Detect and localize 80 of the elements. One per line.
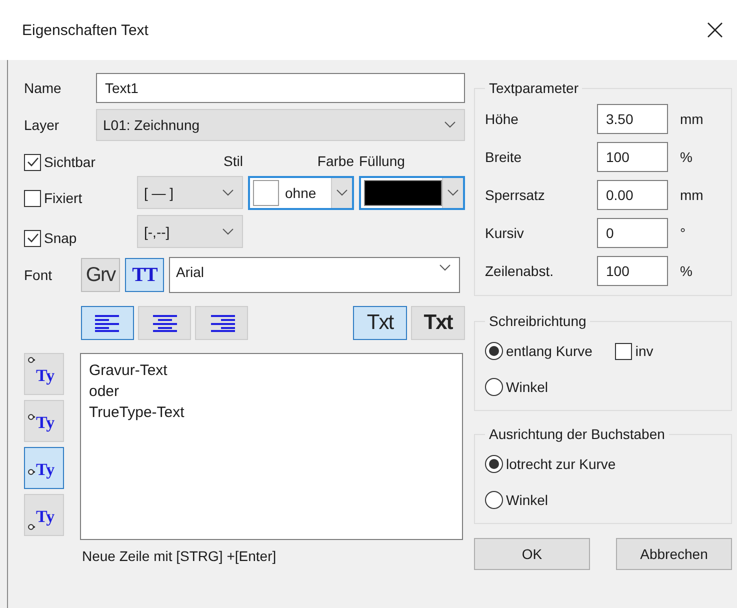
radio-button[interactable]: [485, 455, 503, 473]
chevron-down-icon: [439, 264, 451, 272]
radio-label: lotrecht zur Kurve: [506, 456, 616, 472]
anchor-pin-icon: [28, 469, 35, 475]
anchor-button[interactable]: Ty: [24, 494, 64, 536]
chevron-down-icon: [222, 228, 234, 236]
window-title: Eigenschaften Text: [22, 22, 148, 38]
weight-button[interactable]: Txt: [353, 306, 407, 340]
parameter-field[interactable]: 100: [597, 142, 668, 172]
checkbox-label: Fixiert: [44, 190, 82, 206]
chevron-down-icon: [447, 189, 460, 197]
style-dropdown[interactable]: [ — ]: [137, 176, 243, 209]
column-header: Füllung: [359, 152, 406, 170]
checkbox[interactable]: [24, 190, 41, 206]
parameter-field[interactable]: 3.50: [597, 104, 668, 134]
radio-label: entlang Kurve: [506, 343, 592, 359]
color-dropdown[interactable]: ohne: [248, 176, 354, 210]
checkbox[interactable]: [24, 230, 41, 246]
radio-label: Winkel: [506, 379, 548, 395]
parameter-label: Zeilenabst.: [485, 263, 554, 279]
anchor-button[interactable]: Ty: [24, 400, 64, 442]
parameter-label: Sperrsatz: [485, 187, 546, 203]
field-label: Font: [24, 267, 54, 283]
anchor-label: Ty: [36, 413, 55, 432]
layer-dropdown[interactable]: L01: Zeichnung: [96, 109, 465, 141]
radio-button[interactable]: [485, 378, 503, 396]
parameter-label: Kursiv: [485, 225, 525, 241]
weight-button[interactable]: Txt: [411, 306, 465, 340]
fill-dropdown[interactable]: [359, 176, 465, 210]
column-header: Stil: [222, 152, 243, 170]
align-button[interactable]: [81, 306, 134, 340]
anchor-pin-icon: [28, 414, 35, 420]
text-input[interactable]: Gravur-Text oder TrueType-Text: [80, 353, 463, 540]
column-header: Farbe: [316, 152, 354, 170]
radio-button[interactable]: [485, 491, 503, 509]
chevron-down-icon: [444, 121, 456, 129]
checkbox[interactable]: [24, 154, 41, 170]
checkbox-label: Sichtbar: [44, 154, 96, 170]
hint-text: Neue Zeile mit [STRG] +[Enter]: [82, 548, 278, 564]
check-icon: [26, 155, 40, 169]
group-title: Textparameter: [488, 80, 580, 96]
chevron-down-icon: [336, 189, 348, 197]
checkbox[interactable]: [615, 342, 632, 360]
group-title: Ausrichtung der Buchstaben: [488, 426, 666, 442]
name-field[interactable]: Text1: [96, 73, 465, 103]
radio-button[interactable]: [485, 342, 503, 360]
anchor-pin-icon: [28, 357, 35, 363]
close-icon[interactable]: [707, 22, 723, 38]
unit-label: mm: [680, 111, 704, 127]
parameter-field[interactable]: 0: [597, 218, 668, 248]
parameter-field[interactable]: 100: [597, 256, 668, 286]
dialog-button[interactable]: OK: [474, 538, 590, 570]
unit-label: %: [680, 149, 692, 165]
check-icon: [26, 231, 40, 245]
unit-label: mm: [680, 187, 704, 203]
parameter-label: Breite: [485, 149, 523, 165]
parameter-label: Höhe: [485, 111, 520, 127]
anchor-label: Ty: [36, 366, 55, 385]
anchor-label: Ty: [36, 460, 55, 479]
font-mode-button[interactable]: TT: [125, 258, 164, 292]
parameter-field[interactable]: 0.00: [597, 180, 668, 210]
unit-label: °: [680, 225, 686, 241]
chevron-down-icon: [222, 188, 234, 196]
radio-label: Winkel: [506, 492, 548, 508]
anchor-label: Ty: [36, 507, 55, 526]
align-button[interactable]: [195, 306, 248, 340]
unit-label: %: [680, 263, 692, 279]
field-label: Layer: [24, 117, 60, 133]
font-dropdown[interactable]: Arial: [169, 257, 460, 293]
style-dropdown[interactable]: [-,--]: [137, 215, 243, 248]
dialog-button[interactable]: Abbrechen: [616, 538, 732, 570]
group-title: Schreibrichtung: [488, 313, 588, 329]
checkbox-label: inv: [635, 343, 654, 359]
align-button[interactable]: [138, 306, 191, 340]
anchor-button[interactable]: Ty: [24, 447, 64, 489]
anchor-button[interactable]: Ty: [24, 353, 64, 395]
checkbox-label: Snap: [44, 230, 77, 246]
font-mode-button[interactable]: Grv: [81, 258, 120, 292]
anchor-pin-icon: [28, 524, 35, 530]
field-label: Name: [24, 80, 62, 96]
